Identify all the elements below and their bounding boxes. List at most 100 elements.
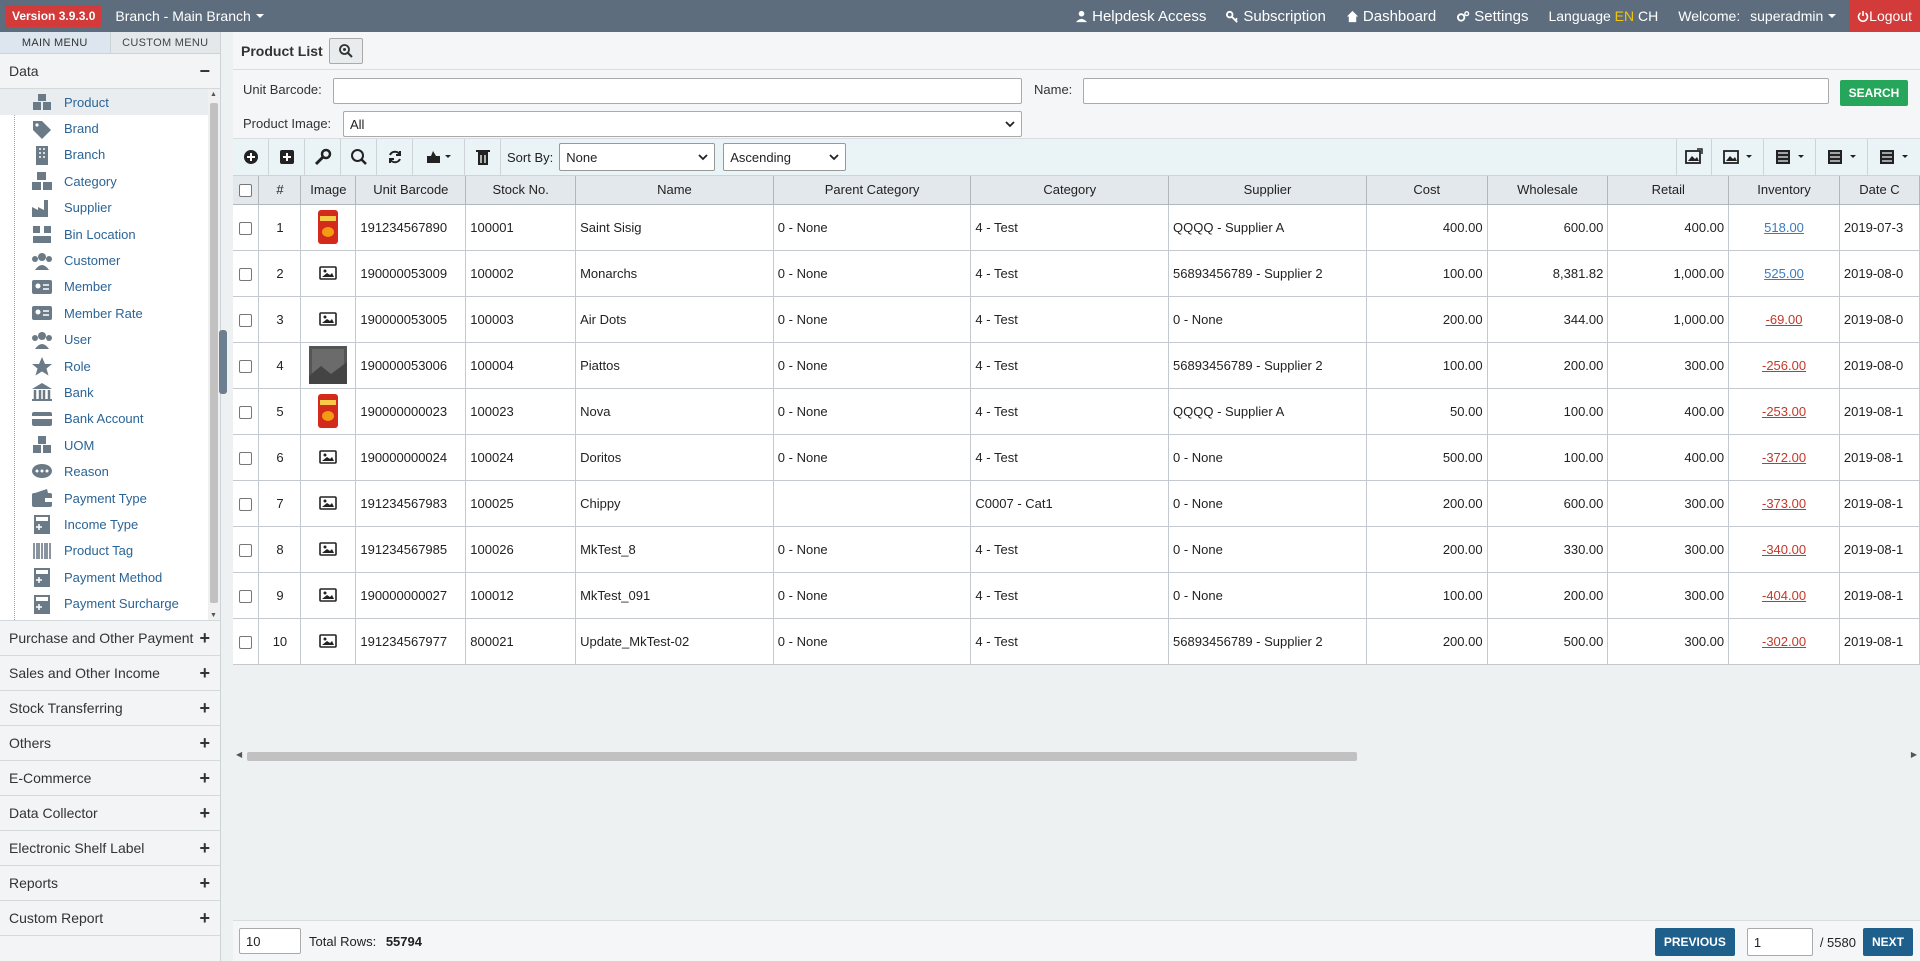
- sidebar-item-customer[interactable]: Customer: [0, 247, 220, 273]
- image-placeholder-icon[interactable]: [319, 541, 338, 557]
- section-electronic-shelf-label[interactable]: Electronic Shelf Label +: [0, 831, 220, 866]
- horizontal-scrollbar-thumb[interactable]: [247, 752, 1357, 761]
- row-checkbox[interactable]: [239, 451, 253, 465]
- name-input[interactable]: [1083, 78, 1829, 104]
- delete-button[interactable]: [465, 139, 501, 175]
- row-checkbox[interactable]: [239, 497, 253, 511]
- scroll-left-icon[interactable]: ◀: [236, 750, 242, 759]
- image-placeholder-icon[interactable]: [319, 449, 338, 465]
- table-row[interactable]: 6 190000000024 100024 Doritos 0 - None 4 - Te…: [233, 434, 1920, 481]
- add-button[interactable]: [233, 139, 269, 175]
- section-stock-transferring[interactable]: Stock Transferring +: [0, 691, 220, 726]
- image-export-button[interactable]: [1676, 139, 1712, 175]
- row-checkbox[interactable]: [239, 221, 253, 235]
- settings-link[interactable]: Settings: [1456, 8, 1528, 25]
- sidebar-item-member[interactable]: Member: [0, 274, 220, 300]
- section-others[interactable]: Others +: [0, 726, 220, 761]
- sidebar-item-branch[interactable]: Branch: [0, 142, 220, 168]
- sort-by-select[interactable]: None: [559, 143, 716, 171]
- search-grid-button[interactable]: [341, 139, 377, 175]
- section-custom-report[interactable]: Custom Report +: [0, 901, 220, 936]
- column-header[interactable]: Date C: [1839, 176, 1920, 205]
- user-menu[interactable]: Welcome: superadmin: [1678, 8, 1837, 24]
- product-thumbnail[interactable]: [309, 210, 347, 244]
- image-placeholder-icon[interactable]: [319, 633, 338, 649]
- scroll-up-icon[interactable]: ▲: [210, 91, 217, 98]
- product-thumbnail[interactable]: [309, 346, 348, 384]
- row-checkbox[interactable]: [239, 267, 253, 281]
- column-header[interactable]: #: [258, 176, 302, 205]
- excel-export-dropdown[interactable]: [1764, 139, 1816, 175]
- search-button[interactable]: SEARCH: [1840, 80, 1908, 106]
- column-header[interactable]: Name: [575, 176, 774, 205]
- inventory-link[interactable]: -340.00: [1762, 542, 1806, 557]
- table-row[interactable]: 4 190000053006 100004 Piattos 0 - None 4 - Te…: [233, 342, 1920, 389]
- section-data-collector[interactable]: Data Collector +: [0, 796, 220, 831]
- column-header[interactable]: Parent Category: [773, 176, 972, 205]
- row-checkbox[interactable]: [239, 543, 253, 557]
- inventory-link[interactable]: 518.00: [1764, 220, 1804, 235]
- inventory-link[interactable]: -373.00: [1762, 496, 1806, 511]
- sidebar-item-uom[interactable]: UOM: [0, 432, 220, 458]
- language-en[interactable]: EN: [1615, 8, 1634, 24]
- table-row[interactable]: 1 191234567890 100001 Saint Sisig 0 - None 4 …: [233, 204, 1920, 251]
- product-image-select[interactable]: All: [343, 111, 1022, 137]
- tab-main-menu[interactable]: MAIN MENU: [0, 32, 110, 53]
- helpdesk-link[interactable]: Helpdesk Access: [1075, 8, 1206, 25]
- table-row[interactable]: 9 190000000027 100012 MkTest_091 0 - None 4 -…: [233, 572, 1920, 619]
- sidebar-item-brand[interactable]: Brand: [0, 115, 220, 141]
- inventory-link[interactable]: -69.00: [1766, 312, 1803, 327]
- row-checkbox[interactable]: [239, 359, 253, 373]
- column-header[interactable]: Stock No.: [465, 176, 577, 205]
- sidebar-item-disc-adj-type[interactable]: Disc/Adj Type: [0, 617, 220, 620]
- tab-custom-menu[interactable]: CUSTOM MENU: [109, 32, 220, 53]
- subscription-link[interactable]: Subscription: [1226, 8, 1326, 25]
- inventory-link[interactable]: -253.00: [1762, 404, 1806, 419]
- table-row[interactable]: 3 190000053005 100003 Air Dots 0 - None 4 - T…: [233, 296, 1920, 343]
- column-header[interactable]: Cost: [1366, 176, 1488, 205]
- sidebar-collapse-handle[interactable]: [219, 330, 227, 394]
- unit-barcode-input[interactable]: [333, 78, 1022, 104]
- scrollbar-thumb[interactable]: [210, 103, 218, 603]
- language-ch[interactable]: CH: [1638, 8, 1658, 24]
- inventory-link[interactable]: -302.00: [1762, 634, 1806, 649]
- sidebar-item-product-tag[interactable]: Product Tag: [0, 538, 220, 564]
- column-header[interactable]: Supplier: [1168, 176, 1367, 205]
- table-row[interactable]: 2 190000053009 100002 Monarchs 0 - None 4 - T…: [233, 250, 1920, 297]
- toggle-search-button[interactable]: [328, 37, 363, 64]
- inventory-link[interactable]: -372.00: [1762, 450, 1806, 465]
- table-row[interactable]: 5 190000000023 100023 Nova 0 - None 4 - Test Q…: [233, 388, 1920, 435]
- column-header[interactable]: Image: [300, 176, 357, 205]
- table-row[interactable]: 7 191234567983 100025 Chippy C0007 - Cat1 0 -…: [233, 480, 1920, 527]
- table-row[interactable]: 10 191234567977 800021 Update_MkTest-02 0 - …: [233, 618, 1920, 665]
- scroll-right-icon[interactable]: ▶: [1911, 750, 1917, 759]
- refresh-button[interactable]: [377, 139, 413, 175]
- sidebar-item-user[interactable]: User: [0, 327, 220, 353]
- sidebar-item-role[interactable]: Role: [0, 353, 220, 379]
- sidebar-item-reason[interactable]: Reason: [0, 458, 220, 484]
- bulk-action-dropdown[interactable]: [413, 139, 465, 175]
- select-all-checkbox[interactable]: [239, 184, 253, 198]
- section-purchase-and-other-payment[interactable]: Purchase and Other Payment +: [0, 621, 220, 656]
- sidebar-item-category[interactable]: Category: [0, 168, 220, 194]
- sidebar-item-bank-account[interactable]: Bank Account: [0, 406, 220, 432]
- image-placeholder-icon[interactable]: [319, 495, 338, 511]
- inventory-link[interactable]: 525.00: [1764, 266, 1804, 281]
- scroll-down-icon[interactable]: ▼: [210, 612, 217, 619]
- excel-template-dropdown[interactable]: [1868, 139, 1920, 175]
- sort-order-select[interactable]: Ascending: [723, 143, 847, 171]
- horizontal-scrollbar[interactable]: ◀ ▶: [233, 750, 1920, 762]
- sidebar-item-bank[interactable]: Bank: [0, 379, 220, 405]
- sidebar-item-bin-location[interactable]: Bin Location: [0, 221, 220, 247]
- column-header[interactable]: Inventory: [1728, 176, 1840, 205]
- row-checkbox[interactable]: [239, 589, 253, 603]
- row-checkbox[interactable]: [239, 405, 253, 419]
- column-header[interactable]: Wholesale: [1487, 176, 1609, 205]
- section-data[interactable]: Data −: [0, 54, 220, 89]
- row-checkbox[interactable]: [239, 635, 253, 649]
- next-button[interactable]: NEXT: [1862, 928, 1913, 956]
- sidebar-item-member-rate[interactable]: Member Rate: [0, 300, 220, 326]
- sidebar-item-supplier[interactable]: Supplier: [0, 195, 220, 221]
- page-size-input[interactable]: 10: [239, 928, 301, 954]
- excel-import-dropdown[interactable]: [1816, 139, 1868, 175]
